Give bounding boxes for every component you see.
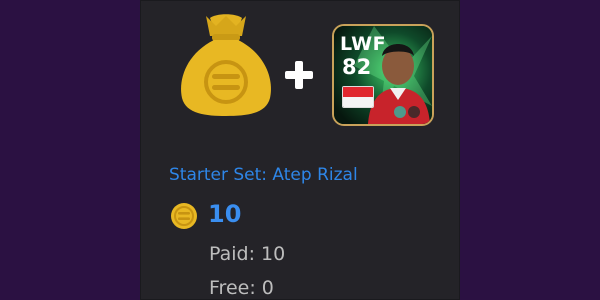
price-amount: 10 [208, 200, 242, 228]
offer-title: Starter Set: Atep Rizal [169, 165, 358, 185]
offer-card[interactable]: LWF 82 Starter Set: Atep Rizal 10 Paid: … [140, 0, 460, 300]
coin-bag-icon [181, 14, 271, 116]
plus-icon [285, 61, 313, 89]
efootball-coin-icon [171, 203, 197, 229]
screen-background: LWF 82 Starter Set: Atep Rizal 10 Paid: … [0, 0, 600, 300]
paid-coins-text: Paid: 10 [209, 243, 286, 265]
free-coins-text: Free: 0 [209, 277, 274, 299]
player-rating: 82 [342, 55, 372, 79]
player-position: LWF [340, 33, 387, 55]
indonesia-flag-icon [342, 86, 374, 108]
player-card[interactable]: LWF 82 [332, 24, 434, 126]
